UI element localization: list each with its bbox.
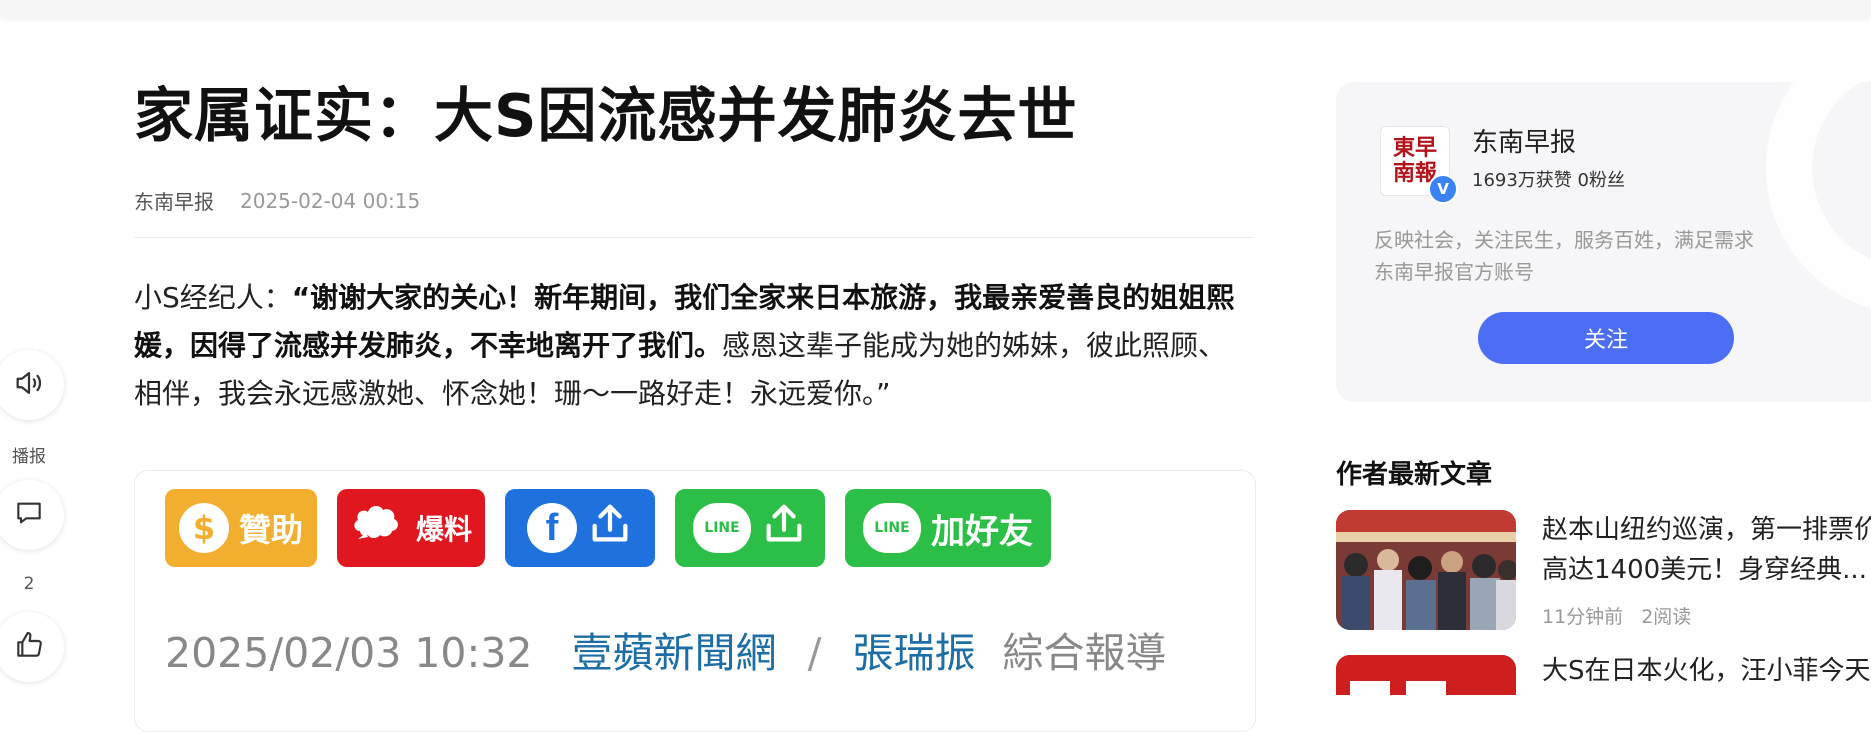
line-share-button[interactable]: LINE xyxy=(675,489,825,567)
comment-icon xyxy=(13,497,45,533)
author-card: 東早南報 V 东南早报 1693万获赞 0粉丝 反映社会，关注民生，服务百姓，满… xyxy=(1336,82,1871,402)
comment-count: 2 xyxy=(23,574,35,594)
facebook-icon: f xyxy=(527,503,577,553)
speaker-icon xyxy=(12,366,46,404)
news-title: 赵本山纽约巡演，第一排票价高达1400美元！身穿经典... xyxy=(1542,515,1871,585)
news-thumbnail xyxy=(1336,655,1516,695)
sponsor-label: 贊助 xyxy=(238,511,303,549)
follow-button[interactable]: 关注 xyxy=(1478,312,1734,364)
news-item[interactable]: 大S在日本火化，汪小菲今天 xyxy=(1336,655,1871,695)
thumbs-up-icon xyxy=(13,629,45,665)
author-name[interactable]: 东南早报 xyxy=(1472,122,1576,159)
top-navbar xyxy=(0,0,1871,17)
comment-button[interactable] xyxy=(0,480,64,550)
share-upload-icon xyxy=(587,501,633,555)
add-friend-label: 加好友 xyxy=(931,511,1033,552)
article-meta: 东南早报 2025-02-04 00:15 xyxy=(134,186,1254,215)
share-button-row: $ 贊助 爆料 f LINE LINE 加好友 xyxy=(165,489,1051,567)
facebook-share-button[interactable]: f xyxy=(505,489,655,567)
news-title: 大S在日本火化，汪小菲今天 xyxy=(1542,656,1871,686)
latest-articles-heading: 作者最新文章 xyxy=(1336,460,1493,490)
line-icon: LINE xyxy=(863,503,921,553)
news-reads: 2阅读 xyxy=(1641,606,1692,628)
sponsor-button[interactable]: $ 贊助 xyxy=(165,489,317,567)
article: 家属证实：大S因流感并发肺炎去世 东南早报 2025-02-04 00:15 小… xyxy=(134,70,1254,418)
splash-icon xyxy=(350,499,406,557)
byline-datetime: 2025/02/03 10:32 xyxy=(165,629,533,677)
article-source[interactable]: 东南早报 xyxy=(134,186,214,215)
article-time: 2025-02-04 00:15 xyxy=(240,188,421,213)
embed-byline: 2025/02/03 10:32 壹蘋新聞網 / 張瑞振 綜合報導 xyxy=(165,619,1167,679)
line-icon: LINE xyxy=(693,503,751,553)
meta-divider xyxy=(134,237,1254,238)
decorative-circle xyxy=(1766,82,1871,314)
play-label: 播报 xyxy=(12,447,46,467)
author-stats: 1693万获赞 0粉丝 xyxy=(1472,170,1625,191)
dollar-icon: $ xyxy=(178,503,229,553)
news-meta: 11分钟前 2阅读 xyxy=(1542,602,1691,629)
verified-badge-icon: V xyxy=(1428,174,1458,204)
news-time: 11分钟前 xyxy=(1542,606,1624,628)
byline-outlet: 壹蘋新聞網 xyxy=(571,629,777,677)
embedded-image: $ 贊助 爆料 f LINE LINE 加好友 2025/02/03 10:32… xyxy=(134,470,1256,732)
byline-reporter: 張瑞振 xyxy=(852,629,976,677)
news-thumbnail xyxy=(1336,510,1516,630)
play-audio-button[interactable] xyxy=(0,350,64,420)
author-description: 反映社会，关注民生，服务百姓，满足需求 东南早报官方账号 xyxy=(1374,228,1754,284)
like-button[interactable] xyxy=(0,612,64,682)
article-lead: 小S经纪人：“谢谢大家的关心！新年期间，我们全家来日本旅游，我最亲爱善良的姐姐熙… xyxy=(134,274,1254,418)
byline-type: 綜合報導 xyxy=(1002,629,1167,677)
report-label: 爆料 xyxy=(415,513,472,546)
article-title: 家属证实：大S因流感并发肺炎去世 xyxy=(134,81,1078,150)
line-add-friend-button[interactable]: LINE 加好友 xyxy=(845,489,1051,567)
share-upload-icon xyxy=(761,501,807,555)
byline-separator: / xyxy=(807,629,822,677)
report-button[interactable]: 爆料 xyxy=(337,489,485,567)
lead-prefix: 小S经纪人： xyxy=(134,281,292,314)
news-item[interactable]: 赵本山纽约巡演，第一排票价高达1400美元！身穿经典... 11分钟前 2阅读 xyxy=(1336,510,1871,640)
